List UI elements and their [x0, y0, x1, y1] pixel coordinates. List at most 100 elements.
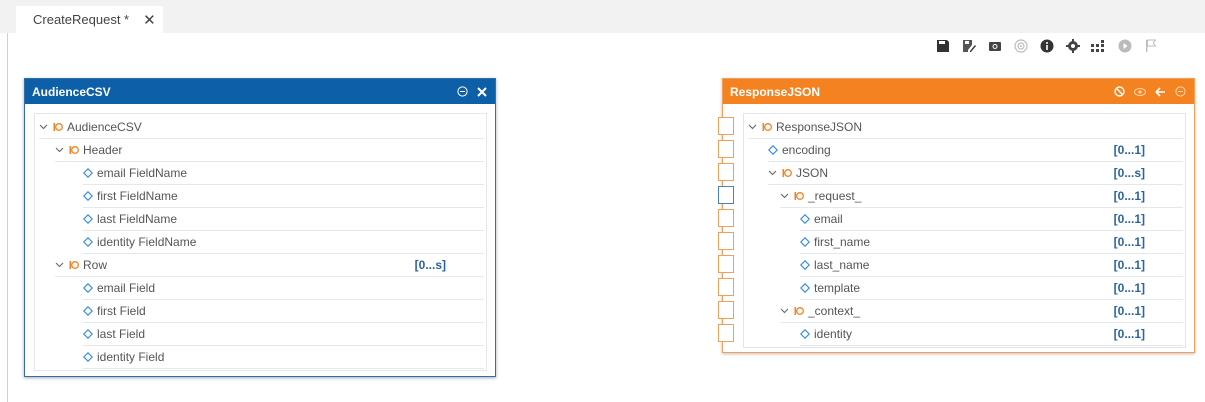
- cardinality-label: [0...1]: [1113, 327, 1145, 341]
- mapping-icon[interactable]: [1086, 36, 1111, 56]
- tree-row[interactable]: encoding [0...1]: [768, 139, 1183, 162]
- cardinality-label: [0...s]: [1113, 166, 1145, 180]
- group-node-icon: [69, 260, 79, 270]
- cardinality-label: [0...1]: [1113, 235, 1145, 249]
- node-label: JSON: [796, 166, 829, 180]
- connector-port[interactable]: [718, 163, 734, 181]
- tab-bar: CreateRequest * ✕: [0, 0, 1205, 33]
- flag-icon[interactable]: [1138, 36, 1163, 56]
- block-icon[interactable]: [1114, 86, 1125, 97]
- connector-port[interactable]: [718, 186, 734, 204]
- node-label: last FieldName: [97, 212, 178, 226]
- play-icon[interactable]: [1112, 36, 1137, 56]
- tree-row[interactable]: first Field: [83, 300, 484, 323]
- close-icon[interactable]: [477, 86, 487, 97]
- field-node-icon: [83, 214, 93, 224]
- chevron-down-icon[interactable]: [39, 124, 50, 130]
- target-panel-responsejson: ResponseJSON ResponseJSON encoding [0...1]…: [718, 78, 1195, 353]
- connector-port[interactable]: [718, 209, 734, 227]
- panel-title: ResponseJSON: [730, 84, 821, 99]
- tree-row[interactable]: JSON [0...s]: [768, 162, 1183, 185]
- node-label: email: [814, 212, 843, 226]
- connector-port[interactable]: [718, 255, 734, 273]
- back-icon[interactable]: [1155, 86, 1166, 97]
- node-label: first FieldName: [97, 189, 178, 203]
- camera-icon[interactable]: [982, 36, 1007, 56]
- tree-row[interactable]: Row [0...s]: [55, 254, 484, 277]
- settings-icon[interactable]: [1060, 36, 1085, 56]
- node-label: first Field: [97, 304, 146, 318]
- node-label: identity Field: [97, 350, 165, 364]
- node-label: first_name: [814, 235, 871, 249]
- collapse-icon[interactable]: [1175, 86, 1186, 97]
- tab-close-icon[interactable]: ✕: [143, 11, 156, 29]
- tree-row[interactable]: last FieldName: [83, 208, 484, 231]
- field-node-icon: [800, 214, 810, 224]
- field-node-icon: [83, 306, 93, 316]
- chevron-down-icon[interactable]: [55, 262, 66, 268]
- target-icon[interactable]: [1008, 36, 1033, 56]
- chevron-down-icon[interactable]: [768, 170, 779, 176]
- connector-port[interactable]: [718, 324, 734, 342]
- connector-port[interactable]: [718, 278, 734, 296]
- chevron-down-icon[interactable]: [780, 308, 791, 314]
- node-label: Header: [83, 143, 123, 157]
- cardinality-label: [0...s]: [414, 258, 446, 272]
- node-label: ResponseJSON: [776, 120, 863, 134]
- node-label: _request_: [808, 189, 862, 203]
- divider: [7, 33, 8, 402]
- group-node-icon: [794, 191, 804, 201]
- connector-port[interactable]: [718, 232, 734, 250]
- field-node-icon: [83, 352, 93, 362]
- field-node-icon: [800, 237, 810, 247]
- connector-port[interactable]: [718, 140, 734, 158]
- tree-row[interactable]: last Field: [83, 323, 484, 346]
- tree-row[interactable]: identity [0...1]: [800, 323, 1183, 346]
- tree-row[interactable]: template [0...1]: [800, 277, 1183, 300]
- field-node-icon: [83, 168, 93, 178]
- view-icon[interactable]: [1134, 87, 1146, 97]
- field-node-icon: [83, 283, 93, 293]
- tab-label: CreateRequest *: [33, 12, 130, 27]
- save-icon[interactable]: [930, 36, 955, 56]
- chevron-down-icon[interactable]: [55, 147, 66, 153]
- group-node-icon: [794, 306, 804, 316]
- tree-row[interactable]: identity FieldName: [83, 231, 484, 254]
- tree-row[interactable]: last_name [0...1]: [800, 254, 1183, 277]
- tree-row[interactable]: email Field: [83, 277, 484, 300]
- tree-row[interactable]: _context_ [0...1]: [780, 300, 1183, 323]
- cardinality-label: [0...1]: [1113, 189, 1145, 203]
- tree-row[interactable]: email FieldName: [83, 162, 484, 185]
- chevron-down-icon[interactable]: [780, 193, 791, 199]
- node-label: template: [814, 281, 861, 295]
- group-node-icon: [53, 122, 63, 132]
- field-node-icon: [83, 237, 93, 247]
- field-node-icon: [83, 329, 93, 339]
- tree-row[interactable]: Header: [55, 139, 484, 162]
- node-label: AudienceCSV: [67, 120, 142, 134]
- connector-port[interactable]: [718, 301, 734, 319]
- tree-row[interactable]: _request_ [0...1]: [780, 185, 1183, 208]
- chevron-down-icon[interactable]: [748, 124, 759, 130]
- group-node-icon: [69, 145, 79, 155]
- tree-row[interactable]: email [0...1]: [800, 208, 1183, 231]
- tree-row[interactable]: identity Field: [83, 346, 484, 369]
- target-tree: ResponseJSON encoding [0...1] JSON [0...s] _r…: [743, 113, 1186, 348]
- field-node-icon: [800, 283, 810, 293]
- tree-row[interactable]: first FieldName: [83, 185, 484, 208]
- collapse-icon[interactable]: [457, 86, 468, 97]
- tab-create-request[interactable]: CreateRequest * ✕: [16, 6, 163, 33]
- cardinality-label: [0...1]: [1113, 281, 1145, 295]
- info-icon[interactable]: [1034, 36, 1059, 56]
- connector-port[interactable]: [718, 117, 734, 135]
- cardinality-label: [0...1]: [1113, 304, 1145, 318]
- tree-row[interactable]: first_name [0...1]: [800, 231, 1183, 254]
- node-label: encoding: [782, 143, 831, 157]
- panel-header: AudienceCSV: [25, 79, 495, 104]
- save-as-icon[interactable]: [956, 36, 981, 56]
- tree-row[interactable]: AudienceCSV: [39, 116, 484, 139]
- node-label: identity FieldName: [97, 235, 197, 249]
- panel-title: AudienceCSV: [32, 84, 111, 99]
- node-label: email Field: [97, 281, 156, 295]
- tree-row[interactable]: ResponseJSON: [748, 116, 1183, 139]
